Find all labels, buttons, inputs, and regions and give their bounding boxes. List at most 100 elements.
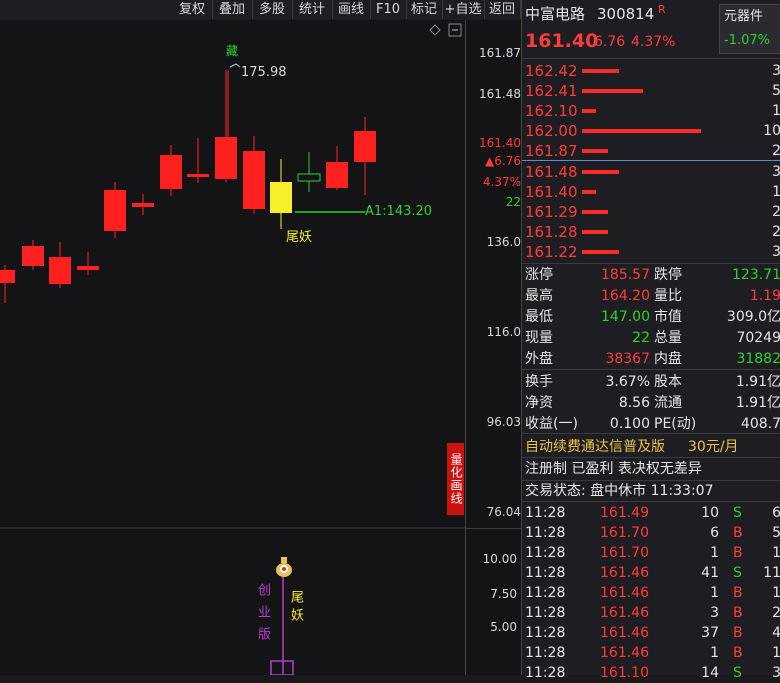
ask-price[interactable]: 161.87 [525, 141, 578, 161]
toolbar-button-8[interactable]: 返回 [484, 0, 521, 19]
ask-price[interactable]: 162.41 [525, 81, 578, 101]
trade-side: B [733, 585, 743, 601]
quant-draw-button[interactable]: 量化画线 [447, 443, 464, 515]
bid-volume: 3 [772, 164, 780, 180]
quant-draw-label: 量化画线 [449, 453, 463, 505]
stat-label: 现量 [525, 330, 553, 346]
stat-value: 31882 [736, 351, 780, 367]
tail-label: 尾妖 [286, 230, 313, 245]
trade-time: 11:28 [525, 505, 566, 521]
stat-label: 量比 [654, 288, 682, 304]
bid-price[interactable]: 161.22 [525, 242, 578, 262]
axis-separator [466, 528, 523, 529]
trade-side: B [733, 645, 743, 661]
ask-volume-bar [582, 69, 619, 73]
trade-side: B [733, 545, 743, 561]
stat-label: 跌停 [654, 267, 682, 283]
trade-price: 161.46 [600, 625, 649, 641]
price-axis-label: 161.48 [479, 87, 521, 101]
bid-price[interactable]: 161.40 [525, 182, 578, 202]
ask-volume-bar [582, 149, 608, 153]
candle-6 [160, 145, 182, 196]
volume-axis-label: 7.50 [490, 587, 517, 601]
info-line: 注册制 已盈利 表决权无差异 [525, 461, 702, 477]
price-axis-label: 161.87 [479, 46, 521, 60]
trade-time: 11:28 [525, 605, 566, 621]
trade-time: 11:28 [525, 665, 566, 681]
promo-text[interactable]: 自动续费通达信普及版 [525, 437, 665, 457]
current-price: 161.40 [525, 30, 599, 52]
candle-11 [297, 152, 321, 192]
stat-value: 309.0亿 [726, 309, 780, 325]
toolbar-button-3[interactable]: 统计 [292, 0, 333, 19]
bid-volume: 3 [772, 244, 780, 260]
trade-count: 6 [772, 505, 780, 521]
stat-label: 外盘 [525, 351, 553, 367]
ask-volume-bar [582, 129, 701, 133]
candle-3 [77, 252, 99, 275]
trade-side: S [733, 505, 742, 521]
trade-volume: 3 [710, 605, 719, 621]
toolbar-button-7[interactable]: +自选 [442, 0, 485, 19]
toolbar-button-1[interactable]: 叠加 [212, 0, 253, 19]
quote-panel: 中富电路 300814 R 元器件 -1.07% 161.40 6.76 4.3… [521, 0, 780, 681]
toolbar-button-5[interactable]: F10 [370, 0, 407, 19]
stat-value: 185.57 [601, 267, 650, 283]
bid-volume-bar [582, 250, 619, 254]
trade-count: 3 [772, 665, 780, 681]
collapse-icon[interactable] [448, 23, 462, 37]
bid-volume: 2 [772, 204, 780, 220]
gem-board-label: 创业版 [255, 583, 270, 649]
money-bag-icon [274, 554, 294, 582]
bid-price[interactable]: 161.29 [525, 202, 578, 222]
price-axis-label: 161.40 [479, 136, 521, 150]
stat-label: 涨停 [525, 267, 553, 283]
trade-count: 1 [772, 545, 780, 561]
toolbar-button-0[interactable]: 复权 [172, 0, 213, 19]
price-axis-label: 22 [505, 195, 521, 209]
ask-volume-bar [582, 89, 643, 93]
promo-price[interactable]: 30元/月 [688, 437, 739, 457]
bid-price[interactable]: 161.28 [525, 222, 578, 242]
trade-price: 161.46 [600, 605, 649, 621]
trade-side: S [733, 565, 742, 581]
bid-price[interactable]: 161.48 [525, 162, 578, 182]
stat-label: 股本 [654, 374, 682, 390]
kline-chart[interactable]: 藏 175.98 A1:143.20 尾妖 量化画线 创业版 尾妖 [0, 20, 465, 675]
stat-label: 流通 [654, 395, 682, 411]
price-axis-label: 4.37% [482, 175, 521, 189]
trade-side: B [733, 605, 743, 621]
bid-volume-bar [582, 190, 596, 194]
toolbar-button-4[interactable]: 画线 [332, 0, 371, 19]
trade-time: 11:28 [525, 645, 566, 661]
ask-price[interactable]: 162.10 [525, 101, 578, 121]
sector-box[interactable]: 元器件 -1.07% [719, 4, 780, 54]
ask-volume: 2 [772, 143, 780, 159]
toolbar-button-2[interactable]: 多股 [252, 0, 293, 19]
candle-7 [187, 138, 209, 183]
trade-volume: 14 [701, 665, 719, 681]
high-marker-label: 藏 [226, 44, 239, 58]
bid-volume: 1 [772, 184, 780, 200]
candle-5 [132, 194, 154, 215]
toolbar-button-6[interactable]: 标记 [406, 0, 443, 19]
candle-12 [326, 146, 348, 190]
stat-label: 市值 [654, 309, 682, 325]
ask-price[interactable]: 162.00 [525, 121, 578, 141]
high-marker-arrow [229, 63, 241, 68]
ask-volume-bar [582, 109, 596, 113]
trade-count: 11 [763, 565, 780, 581]
ask-price[interactable]: 162.42 [525, 61, 578, 81]
trade-time: 11:28 [525, 625, 566, 641]
stock-name: 中富电路 [525, 5, 586, 23]
trade-volume: 1 [710, 585, 719, 601]
stat-label: 最低 [525, 309, 553, 325]
candle-9 [243, 136, 265, 214]
bid-volume-bar [582, 170, 619, 174]
stat-value: 70249 [736, 330, 780, 346]
stat-label: 最高 [525, 288, 553, 304]
stat-value: 38367 [605, 351, 650, 367]
price-change-pct: 4.37% [631, 34, 676, 50]
diamond-icon[interactable] [429, 24, 441, 36]
candle-4 [104, 182, 126, 238]
